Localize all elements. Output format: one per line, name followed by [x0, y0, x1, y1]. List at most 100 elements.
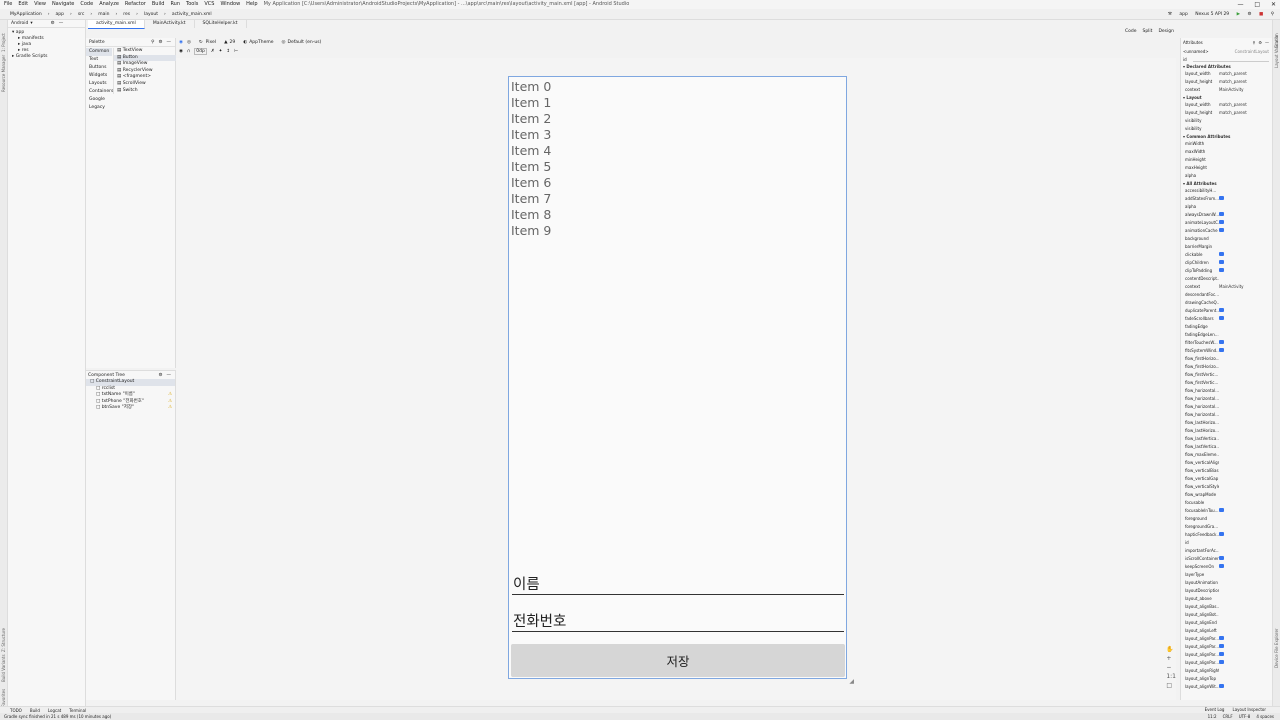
attribute-value[interactable]	[1219, 531, 1272, 539]
checkbox-icon[interactable]	[1219, 196, 1224, 200]
attribute-value[interactable]	[1219, 227, 1272, 235]
device-select[interactable]: Nexus 5 API 29	[1195, 12, 1229, 17]
attribute-row[interactable]: contentDescript...	[1181, 275, 1272, 283]
project-tree-item[interactable]: ▸ Gradle Scripts	[12, 54, 85, 60]
attribute-value[interactable]	[1219, 307, 1272, 315]
attribute-value[interactable]	[1219, 347, 1272, 355]
clear-constraints-icon[interactable]: ✗	[211, 49, 215, 54]
attribute-value[interactable]	[1219, 267, 1272, 275]
blueprint-icon[interactable]: ◎	[187, 40, 191, 45]
theme-select[interactable]: AppTheme	[249, 40, 273, 45]
attribute-row[interactable]: visibility	[1181, 125, 1272, 133]
checkbox-icon[interactable]	[1219, 220, 1224, 224]
attribute-value[interactable]	[1219, 651, 1272, 659]
attribute-row[interactable]: layout_height match_parent	[1181, 109, 1272, 117]
tool-window-tab[interactable]: Layout Validation	[1274, 33, 1279, 68]
attribute-row[interactable]: layerType	[1181, 571, 1272, 579]
checkbox-icon[interactable]	[1219, 308, 1224, 312]
zoom-reset-icon[interactable]: 1:1	[1166, 672, 1176, 681]
eye-icon[interactable]: ◉	[179, 49, 183, 54]
palette-category[interactable]: Text	[86, 56, 112, 64]
attribute-row[interactable]: flow_lastHorizo...	[1181, 419, 1272, 427]
attribute-row[interactable]: foreground	[1181, 515, 1272, 523]
attribute-value[interactable]	[1219, 635, 1272, 643]
gear-icon[interactable]: ⚙	[1258, 40, 1262, 45]
attribute-row[interactable]: layout_height match_parent	[1181, 78, 1272, 86]
tool-window-tab[interactable]: Resource Manager	[1, 55, 6, 92]
palette-category[interactable]: Containers	[86, 88, 113, 96]
search-icon[interactable]: ⚲	[151, 40, 154, 45]
breadcrumb-item[interactable]: main	[98, 12, 109, 17]
guidelines-icon[interactable]: ↕	[226, 49, 230, 54]
breadcrumb-item[interactable]: activity_main.xml	[172, 12, 212, 17]
attribute-row[interactable]: clickable	[1181, 251, 1272, 259]
zoom-in-icon[interactable]: +	[1166, 654, 1176, 663]
attribute-row[interactable]: maxWidth	[1181, 148, 1272, 156]
attribute-value[interactable]	[1219, 195, 1272, 203]
attribute-row[interactable]: layout_alignLeft	[1181, 627, 1272, 635]
status-item[interactable]: 4 spaces	[1256, 714, 1274, 719]
attribute-value[interactable]: match_parent	[1219, 109, 1272, 117]
attribute-row[interactable]: minHeight	[1181, 156, 1272, 164]
palette-item[interactable]: ▤ ImageView	[114, 61, 176, 68]
checkbox-icon[interactable]	[1219, 644, 1224, 648]
view-mode-code[interactable]: Code	[1125, 29, 1137, 34]
attribute-row[interactable]: barrierMargin	[1181, 243, 1272, 251]
zoom-out-icon[interactable]: −	[1166, 663, 1176, 672]
component-tree-node[interactable]: □ ConstraintLayout	[86, 379, 175, 386]
breadcrumb-item[interactable]: app	[56, 12, 64, 17]
attribute-row[interactable]: flow_verticalStyle	[1181, 483, 1272, 491]
attribute-row[interactable]: layout_alignEnd	[1181, 619, 1272, 627]
status-item[interactable]: CRLF	[1223, 714, 1233, 719]
attribute-row[interactable]: context MainActivity	[1181, 86, 1272, 94]
attribute-row[interactable]: layout_alignTop	[1181, 675, 1272, 683]
attribute-row[interactable]: foregroundGra...	[1181, 523, 1272, 531]
editor-tab[interactable]: MainActivity.kt	[145, 20, 195, 28]
minimize-panel-icon[interactable]: —	[59, 21, 64, 26]
warning-icon[interactable]: ⚠	[168, 405, 172, 412]
attribute-row[interactable]: alpha	[1181, 172, 1272, 180]
attribute-row[interactable]: layout_alignWit...	[1181, 683, 1272, 691]
tool-window-tab[interactable]: Z: Structure	[1, 628, 6, 652]
locale-select[interactable]: Default (en-us)	[287, 40, 321, 45]
bottom-right-tool[interactable]: Layout Inspector	[1232, 707, 1266, 712]
palette-category[interactable]: Common	[86, 48, 112, 56]
zoom-fit-icon[interactable]: □	[1166, 681, 1176, 690]
attribute-row[interactable]: flow_firstHorizo...	[1181, 363, 1272, 371]
attribute-row[interactable]: flow_horizontal...	[1181, 387, 1272, 395]
warning-icon[interactable]: ⚠	[168, 392, 172, 399]
attribute-row[interactable]: flow_wrapMode	[1181, 491, 1272, 499]
menu-item-refactor[interactable]: Refactor	[125, 1, 146, 7]
menu-item-navigate[interactable]: Navigate	[52, 1, 74, 7]
minimize-icon[interactable]: —	[1237, 1, 1243, 8]
attribute-row[interactable]: layout_alignBas...	[1181, 603, 1272, 611]
attribute-value[interactable]	[1219, 643, 1272, 651]
attribute-row[interactable]: alwaysDrawnW...	[1181, 211, 1272, 219]
settings-icon[interactable]: ⚙	[51, 21, 55, 26]
default-margin-select[interactable]: 0dp	[194, 48, 207, 55]
attribute-row[interactable]: layout_above	[1181, 595, 1272, 603]
attribute-row[interactable]: focusable	[1181, 499, 1272, 507]
minimize-panel-icon[interactable]: —	[1265, 40, 1269, 45]
attribute-row[interactable]: flow_lastVertica...	[1181, 435, 1272, 443]
attribute-value[interactable]: MainActivity	[1219, 86, 1272, 94]
attribute-value[interactable]: match_parent	[1219, 70, 1272, 78]
attribute-row[interactable]: accessibilityH...	[1181, 187, 1272, 195]
attribute-row[interactable]: layout_alignRight	[1181, 667, 1272, 675]
attribute-row[interactable]: flow_verticalAlign	[1181, 459, 1272, 467]
attribute-section-header[interactable]: ▾ Layout	[1181, 94, 1272, 101]
component-tree-node[interactable]: □ btnSave "저장" ⚠	[86, 405, 175, 412]
attribute-row[interactable]: duplicateParent...	[1181, 307, 1272, 315]
editor-tab[interactable]: SQLiteHelper.kt	[195, 20, 247, 28]
view-mode-design[interactable]: Design	[1158, 29, 1174, 34]
breadcrumb-item[interactable]: layout	[144, 12, 158, 17]
attribute-value[interactable]	[1219, 339, 1272, 347]
menu-item-code[interactable]: Code	[80, 1, 93, 7]
status-item[interactable]: 11:2	[1208, 714, 1217, 719]
run-config-select[interactable]: app	[1179, 12, 1187, 17]
attribute-row[interactable]: layout_width match_parent	[1181, 101, 1272, 109]
attribute-value[interactable]: MainActivity	[1219, 283, 1272, 291]
attribute-row[interactable]: isScrollContainer	[1181, 555, 1272, 563]
attribute-row[interactable]: flow_horizontal...	[1181, 411, 1272, 419]
attribute-row[interactable]: filterTouchesW...	[1181, 339, 1272, 347]
